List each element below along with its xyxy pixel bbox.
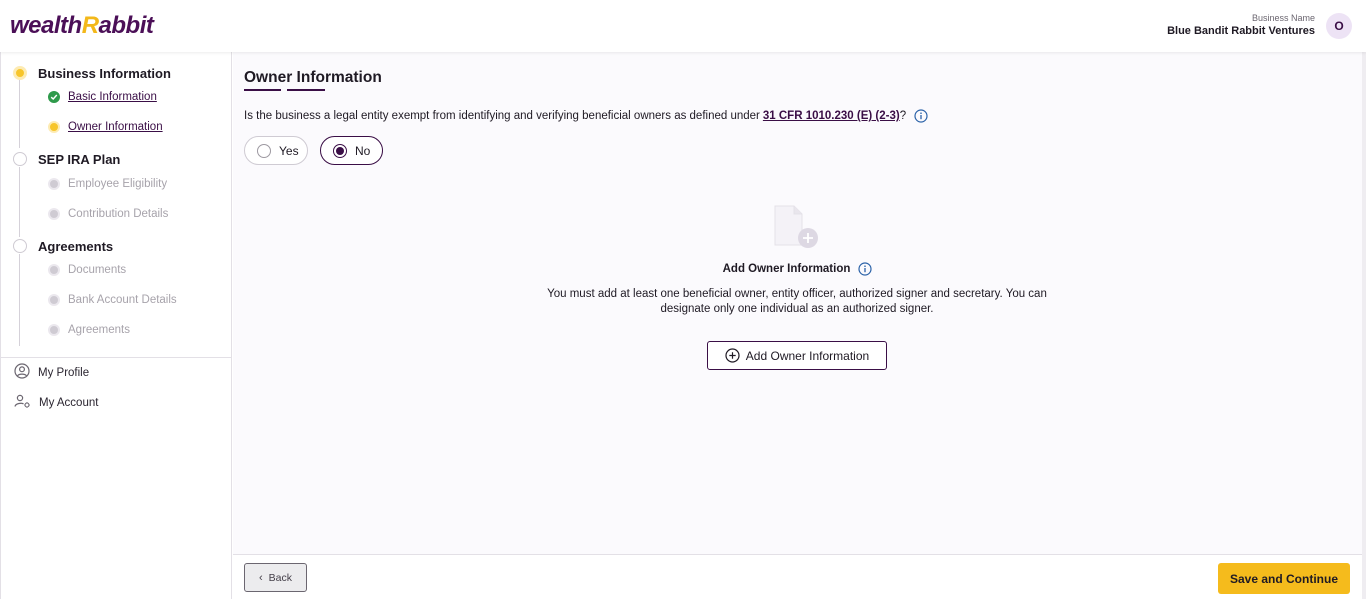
step-connector — [19, 254, 20, 346]
title-underline — [287, 89, 325, 91]
user-gear-icon — [14, 393, 31, 414]
main-content: Owner Information Is the business a lega… — [233, 52, 1362, 554]
user-circle-icon — [14, 362, 30, 384]
add-document-icon — [774, 205, 820, 254]
exemption-question: Is the business a legal entity exempt fr… — [244, 109, 928, 123]
empty-state-title: Add Owner Information — [233, 262, 1362, 276]
sidebar-item-owner-information[interactable]: Owner Information — [48, 119, 163, 135]
radio-unchecked-icon — [257, 143, 271, 158]
sidebar-item-agreements[interactable]: Agreements — [48, 322, 130, 338]
business-name-label: Business Name — [1251, 13, 1315, 23]
pending-dot-icon — [48, 294, 60, 306]
wealthrabbit-logo[interactable]: wealthRabbit — [10, 12, 154, 40]
current-dot-icon — [48, 121, 60, 133]
app-header: wealthRabbit Business Name Blue Bandit R… — [0, 0, 1366, 52]
plus-circle-icon — [725, 348, 740, 363]
save-and-continue-button[interactable]: Save and Continue — [1218, 563, 1350, 594]
sidebar-step-sep-ira-plan[interactable]: SEP IRA Plan — [13, 150, 120, 168]
sidebar-item-employee-eligibility[interactable]: Employee Eligibility — [48, 176, 167, 192]
add-owner-information-button[interactable]: Add Owner Information — [707, 341, 887, 370]
pending-dot-icon — [48, 264, 60, 276]
step-empty-indicator-icon — [13, 239, 27, 253]
sidebar-step-agreements[interactable]: Agreements — [13, 237, 113, 255]
business-name-block: Business Name Blue Bandit Rabbit Venture… — [1167, 13, 1315, 37]
info-icon[interactable] — [858, 262, 872, 276]
step-active-indicator-icon — [13, 66, 27, 80]
sidebar-step-business-information[interactable]: Business Information — [13, 64, 171, 82]
chevron-left-icon: ‹ — [258, 571, 263, 584]
title-underline — [244, 89, 281, 91]
radio-yes[interactable]: Yes — [244, 136, 308, 165]
check-circle-icon — [48, 91, 60, 103]
pending-dot-icon — [48, 208, 60, 220]
empty-state-description: You must add at least one beneficial own… — [547, 288, 1047, 315]
avatar[interactable]: O — [1326, 13, 1352, 39]
sidebar-item-contribution-details[interactable]: Contribution Details — [48, 206, 168, 222]
scrollbar[interactable] — [1362, 52, 1366, 599]
step-empty-indicator-icon — [13, 152, 27, 166]
step-connector — [19, 80, 20, 148]
pending-dot-icon — [48, 324, 60, 336]
business-name-value: Blue Bandit Rabbit Ventures — [1167, 25, 1315, 37]
sidebar-item-bank-account-details[interactable]: Bank Account Details — [48, 292, 177, 308]
sidebar-divider — [1, 357, 232, 358]
step-connector — [19, 167, 20, 237]
back-button[interactable]: ‹ Back — [244, 563, 307, 592]
pending-dot-icon — [48, 178, 60, 190]
sidebar: Business Information Basic Information O… — [0, 52, 232, 599]
radio-checked-icon — [333, 143, 347, 158]
sidebar-item-my-account[interactable]: My Account — [14, 394, 98, 412]
page-title: Owner Information — [244, 69, 382, 86]
sidebar-item-basic-information[interactable]: Basic Information — [48, 89, 157, 105]
footer-bar: ‹ Back Save and Continue — [233, 554, 1362, 599]
info-icon[interactable] — [914, 109, 928, 123]
radio-no[interactable]: No — [320, 136, 383, 165]
sidebar-item-my-profile[interactable]: My Profile — [14, 362, 89, 384]
sidebar-item-documents[interactable]: Documents — [48, 262, 126, 278]
cfr-regulation-link[interactable]: 31 CFR 1010.230 (E) (2-3) — [763, 110, 900, 122]
